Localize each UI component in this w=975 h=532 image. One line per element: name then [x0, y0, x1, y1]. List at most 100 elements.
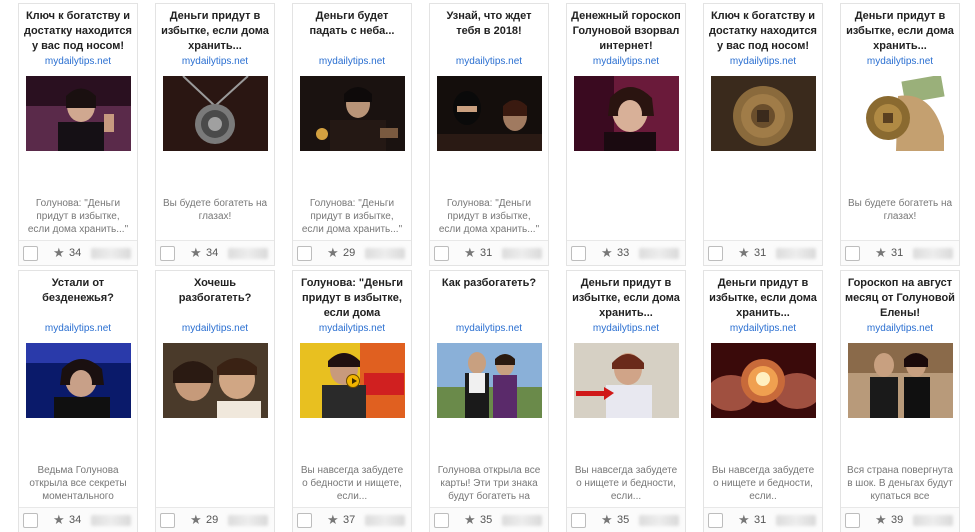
pendant-image[interactable]: [163, 76, 268, 151]
rating-value: 34: [69, 514, 82, 526]
blurred-meta: [639, 515, 679, 526]
card-title[interactable]: Деньги придут в избытке, если дома храни…: [708, 276, 818, 321]
card-domain[interactable]: mydailytips.net: [19, 323, 137, 335]
star-icon: ★: [875, 512, 887, 527]
select-checkbox[interactable]: [434, 246, 449, 261]
select-checkbox[interactable]: [160, 246, 175, 261]
select-checkbox[interactable]: [160, 513, 175, 528]
card-title[interactable]: Деньги придут в избытке, если дома храни…: [845, 9, 955, 54]
card-domain[interactable]: mydailytips.net: [704, 56, 822, 68]
woman-portrait-image[interactable]: [574, 343, 679, 418]
teaser-card[interactable]: Ключ к богатству и достатку находится у …: [703, 3, 823, 266]
blurred-meta: [639, 248, 679, 259]
card-domain[interactable]: mydailytips.net: [841, 323, 959, 335]
teaser-card[interactable]: Хочешь разбогатеть? mydailytips.net ★ 29: [155, 270, 275, 532]
star-icon: ★: [601, 512, 613, 527]
select-checkbox[interactable]: [571, 246, 586, 261]
teaser-card[interactable]: Деньги придут в избытке, если дома храни…: [703, 270, 823, 532]
star-icon: ★: [738, 245, 750, 260]
card-title[interactable]: Узнай, что ждет тебя в 2018!: [434, 9, 544, 39]
teaser-card[interactable]: Узнай, что ждет тебя в 2018! mydailytips…: [429, 3, 549, 266]
blurred-meta: [502, 248, 542, 259]
card-title[interactable]: Ключ к богатству и достатку находится у …: [708, 9, 818, 54]
card-footer: ★ 34: [156, 240, 274, 265]
star-icon: ★: [327, 245, 339, 260]
card-footer: ★ 29: [293, 240, 411, 265]
teaser-card[interactable]: Денежный гороскоп Голуновой взорвал инте…: [566, 3, 686, 266]
card-domain[interactable]: mydailytips.net: [704, 323, 822, 335]
select-checkbox[interactable]: [708, 513, 723, 528]
card-title[interactable]: Денежный гороскоп Голуновой взорвал инте…: [571, 9, 681, 54]
select-checkbox[interactable]: [434, 513, 449, 528]
card-footer: ★ 31: [430, 240, 548, 265]
select-checkbox[interactable]: [23, 513, 38, 528]
card-domain[interactable]: mydailytips.net: [567, 56, 685, 68]
card-footer: ★ 33: [567, 240, 685, 265]
card-domain[interactable]: mydailytips.net: [567, 323, 685, 335]
card-description: Голунова: "Деньги придут в избытке, если…: [27, 198, 129, 235]
select-checkbox[interactable]: [571, 513, 586, 528]
woman-portrait-image[interactable]: [26, 76, 131, 151]
card-domain[interactable]: mydailytips.net: [293, 56, 411, 68]
teaser-card[interactable]: Как разбогатеть? mydailytips.net Голунов…: [429, 270, 549, 532]
woman-portrait-image[interactable]: [574, 76, 679, 151]
card-domain[interactable]: mydailytips.net: [430, 323, 548, 335]
rating-value: 31: [754, 247, 767, 259]
card-title[interactable]: Деньги придут в избытке, если дома храни…: [571, 276, 681, 321]
card-domain[interactable]: mydailytips.net: [19, 56, 137, 68]
card-footer: ★ 29: [156, 507, 274, 532]
card-domain[interactable]: mydailytips.net: [841, 56, 959, 68]
card-domain[interactable]: mydailytips.net: [156, 56, 274, 68]
select-checkbox[interactable]: [845, 246, 860, 261]
card-title[interactable]: Голунова: "Деньги придут в избытке, если…: [297, 276, 407, 321]
card-title[interactable]: Как разбогатеть?: [434, 276, 544, 291]
play-icon[interactable]: [346, 374, 360, 388]
teaser-card[interactable]: Деньги придут в избытке, если дома храни…: [566, 270, 686, 532]
card-title[interactable]: Хочешь разбогатеть?: [160, 276, 270, 306]
card-title[interactable]: Деньги придут в избытке, если дома храни…: [160, 9, 270, 54]
teaser-card[interactable]: Ключ к богатству и достатку находится у …: [18, 3, 138, 266]
card-domain[interactable]: mydailytips.net: [293, 323, 411, 335]
card-description: Вся страна повергнута в шок. В деньгах б…: [847, 465, 953, 502]
video-image[interactable]: [300, 343, 405, 418]
blurred-meta: [228, 515, 268, 526]
rating-value: 35: [480, 514, 493, 526]
card-domain[interactable]: mydailytips.net: [156, 323, 274, 335]
star-icon: ★: [875, 245, 887, 260]
card-description: Вы навсегда забудете о нищете и бедности…: [574, 465, 678, 502]
card-description: Голунова: "Деньги придут в избытке, если…: [301, 198, 403, 235]
teaser-card[interactable]: Деньги придут в избытке, если дома храни…: [155, 3, 275, 266]
crystal-ball-image[interactable]: [711, 343, 816, 418]
card-title[interactable]: Гороскоп на август месяц от Голуновой Ел…: [845, 276, 955, 321]
star-icon: ★: [327, 512, 339, 527]
select-checkbox[interactable]: [708, 246, 723, 261]
star-icon: ★: [53, 245, 65, 260]
card-footer: ★ 39: [841, 507, 959, 532]
couple-image[interactable]: [437, 343, 542, 418]
star-icon: ★: [601, 245, 613, 260]
card-title[interactable]: Устали от безденежья?: [23, 276, 133, 306]
teaser-card[interactable]: Деньги будет падать с неба... mydailytip…: [292, 3, 412, 266]
card-description: Вы навсегда забудете о нищете и бедности…: [711, 465, 815, 502]
teaser-card[interactable]: Гороскоп на август месяц от Голуновой Ел…: [840, 270, 960, 532]
teaser-card[interactable]: Деньги придут в избытке, если дома храни…: [840, 3, 960, 266]
couple-image[interactable]: [163, 343, 268, 418]
dark-scene-image[interactable]: [437, 76, 542, 151]
rating-value: 29: [343, 247, 356, 259]
woman-portrait-image[interactable]: [26, 343, 131, 418]
select-checkbox[interactable]: [297, 246, 312, 261]
select-checkbox[interactable]: [297, 513, 312, 528]
blurred-meta: [913, 515, 953, 526]
select-checkbox[interactable]: [23, 246, 38, 261]
coin-image[interactable]: [711, 76, 816, 151]
select-checkbox[interactable]: [845, 513, 860, 528]
card-domain[interactable]: mydailytips.net: [430, 56, 548, 68]
card-title[interactable]: Ключ к богатству и достатку находится у …: [23, 9, 133, 54]
card-footer: ★ 31: [704, 240, 822, 265]
couple-image[interactable]: [848, 343, 953, 418]
dark-scene-image[interactable]: [300, 76, 405, 151]
card-title[interactable]: Деньги будет падать с неба...: [297, 9, 407, 39]
teaser-card[interactable]: Голунова: "Деньги придут в избытке, если…: [292, 270, 412, 532]
teaser-card[interactable]: Устали от безденежья? mydailytips.net Ве…: [18, 270, 138, 532]
money-bag-image[interactable]: [848, 76, 953, 151]
